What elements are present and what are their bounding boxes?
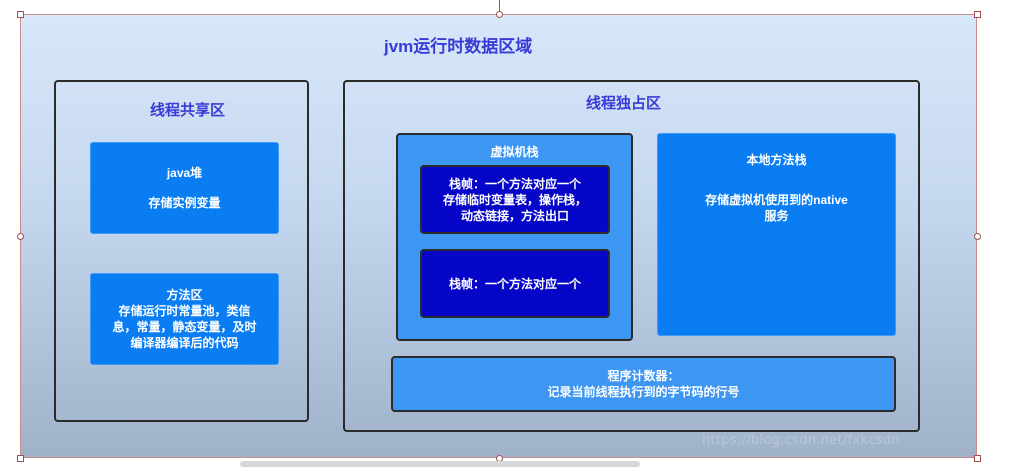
private-area-title: 线程独占区: [586, 95, 662, 112]
shared-area-panel: [54, 80, 309, 422]
pc-register-box: 程序计数器： 记录当前线程执行到的字节码的行号: [391, 356, 896, 412]
method-area-text: 方法区 存储运行时常量池，类信 息，常量，静态变量，及时 编译器编译后的代码: [112, 288, 257, 350]
horizontal-scrollbar[interactable]: [240, 461, 640, 467]
rotate-stem: [499, 0, 500, 11]
java-heap-box: java堆 存储实例变量: [90, 142, 279, 234]
native-stack-desc: 存储虚拟机使用到的native 服务: [705, 193, 848, 223]
resize-handle-right[interactable]: [974, 233, 981, 240]
shared-area-title: 线程共享区: [150, 102, 226, 119]
resize-handle-top-left[interactable]: [17, 11, 24, 18]
resize-handle-bottom-left[interactable]: [17, 455, 24, 462]
native-stack-title: 本地方法栈: [746, 153, 807, 167]
java-heap-title: java堆: [166, 166, 203, 180]
stack-frame-1: 栈帧：一个方法对应一个 存储临时变量表，操作栈， 动态链接，方法出口: [420, 165, 610, 234]
pc-register-text: 程序计数器： 记录当前线程执行到的字节码的行号: [547, 369, 740, 399]
diagram-title: jvm运行时数据区域: [384, 37, 533, 56]
method-area-box: 方法区 存储运行时常量池，类信 息，常量，静态变量，及时 编译器编译后的代码: [90, 273, 279, 365]
stack-frame-1-text: 栈帧：一个方法对应一个 存储临时变量表，操作栈， 动态链接，方法出口: [442, 176, 587, 223]
diagram-canvas: jvm运行时数据区域 线程共享区 java堆 存储实例变量 方法区 存储运行时常…: [0, 0, 1015, 467]
resize-handle-top-right[interactable]: [974, 11, 981, 18]
resize-handle-top[interactable]: [496, 11, 503, 18]
native-stack-box: 本地方法栈 存储虚拟机使用到的native 服务: [657, 133, 896, 336]
stack-frame-2-text: 栈帧：一个方法对应一个: [448, 276, 581, 291]
stack-frame-2: 栈帧：一个方法对应一个: [420, 249, 610, 318]
watermark: https://blog.csdn.net/fxkcsdn: [702, 433, 900, 448]
resize-handle-left[interactable]: [17, 233, 24, 240]
vm-stack-title: 虚拟机栈: [490, 145, 539, 159]
resize-handle-bottom-right[interactable]: [974, 455, 981, 462]
java-heap-desc: 存储实例变量: [148, 196, 221, 210]
